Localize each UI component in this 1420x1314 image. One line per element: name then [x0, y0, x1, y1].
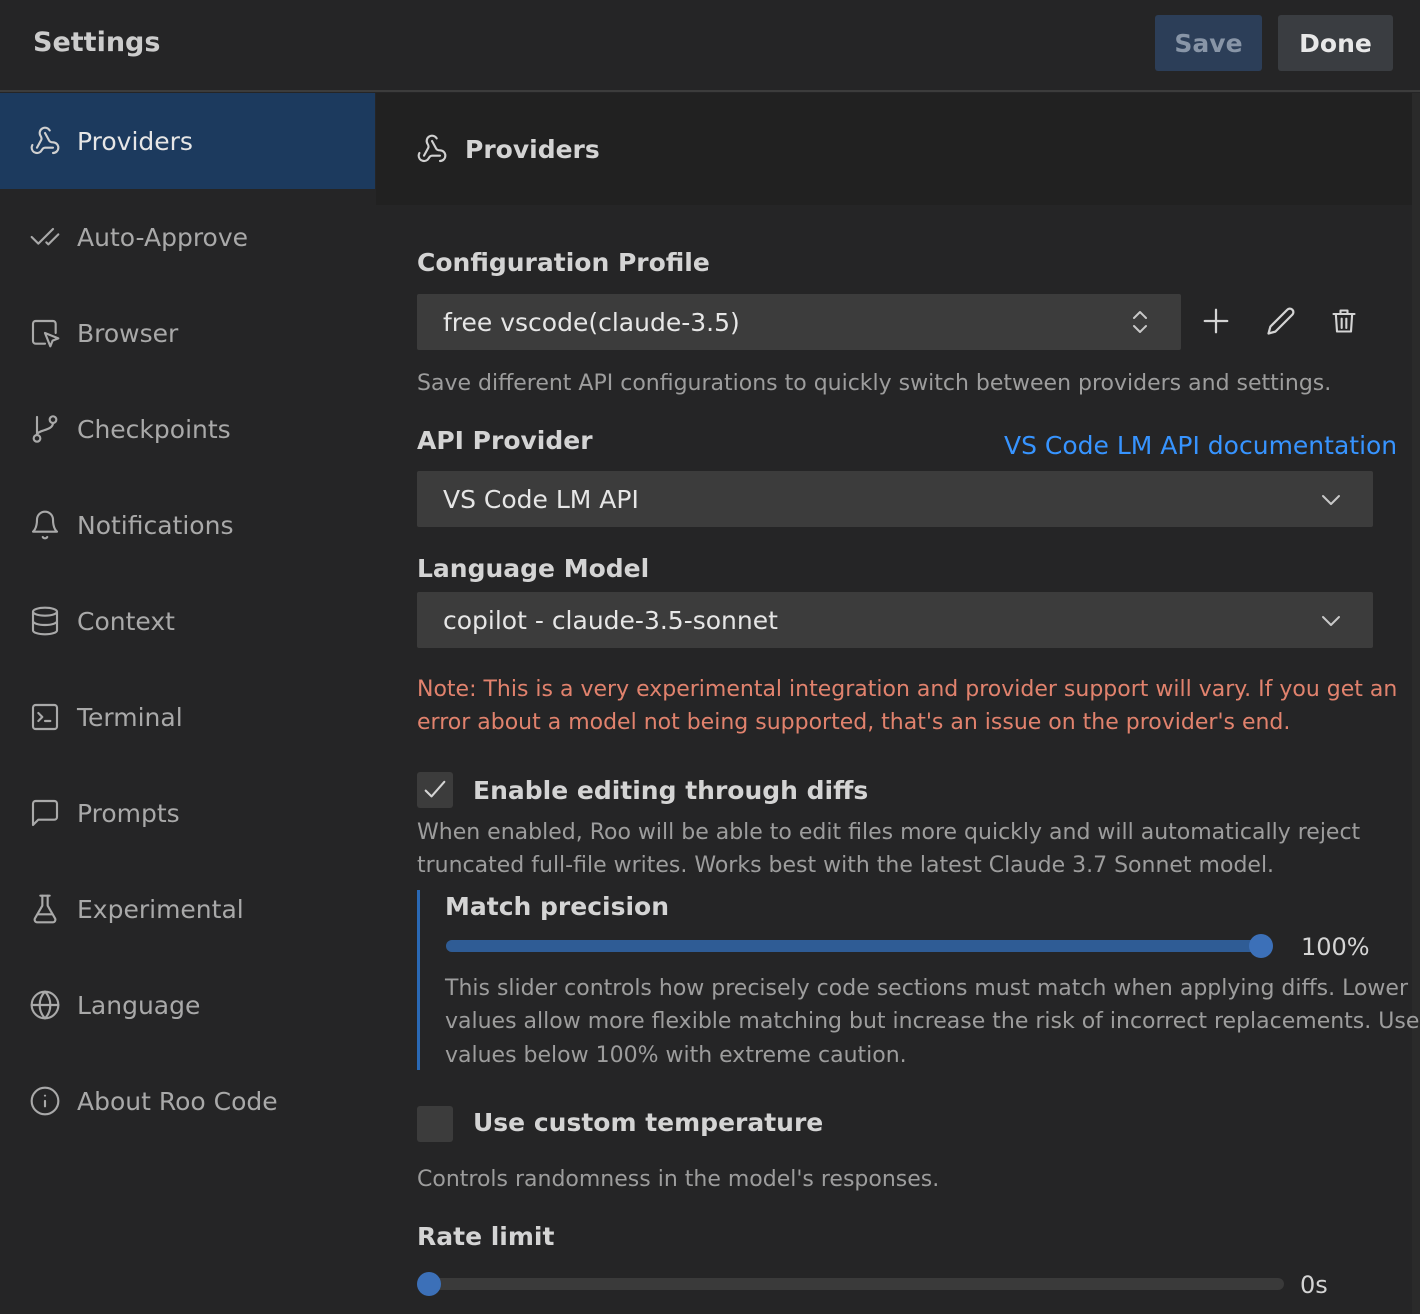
- match-precision-description-line-1: This slider controls how precisely code …: [445, 976, 1408, 1001]
- diffs-checkbox[interactable]: [417, 772, 453, 808]
- sidebar: Providers Auto-Approve Browser Checkpoin…: [0, 93, 375, 1314]
- rate-limit-value: 0s: [1300, 1271, 1328, 1299]
- sidebar-item-experimental[interactable]: Experimental: [0, 861, 375, 957]
- api-provider-select[interactable]: VS Code LM API: [417, 471, 1373, 527]
- scrollbar[interactable]: [1412, 93, 1420, 1314]
- language-model-label: Language Model: [417, 554, 650, 583]
- sidebar-item-context[interactable]: Context: [0, 573, 375, 669]
- done-button[interactable]: Done: [1278, 15, 1393, 71]
- temperature-description: Controls randomness in the model's respo…: [417, 1167, 940, 1192]
- language-model-select[interactable]: copilot - claude-3.5-sonnet: [417, 592, 1373, 648]
- api-documentation-link[interactable]: VS Code LM API documentation: [1004, 431, 1397, 460]
- sidebar-item-label: Language: [77, 990, 201, 1020]
- git-branch-icon: [29, 413, 61, 445]
- sidebar-item-checkpoints[interactable]: Checkpoints: [0, 381, 375, 477]
- rename-profile-button[interactable]: [1261, 301, 1301, 341]
- sidebar-item-label: Browser: [77, 318, 179, 348]
- slider-thumb[interactable]: [417, 1272, 441, 1296]
- trash-icon: [1330, 306, 1358, 336]
- diffs-description-line-2: truncated full-file writes. Works best w…: [417, 853, 1275, 878]
- diffs-description-line-1: When enabled, Roo will be able to edit f…: [417, 820, 1361, 845]
- sidebar-item-label: Auto-Approve: [77, 222, 249, 252]
- globe-icon: [29, 989, 61, 1021]
- section-header: Providers: [376, 93, 1412, 205]
- config-profile-select[interactable]: free vscode(claude-3.5): [417, 294, 1181, 350]
- delete-profile-button[interactable]: [1324, 301, 1364, 341]
- match-precision-value: 100%: [1301, 933, 1370, 961]
- webhook-icon: [416, 133, 448, 165]
- rate-limit-label: Rate limit: [417, 1222, 555, 1251]
- checkmark-icon: [421, 776, 449, 804]
- bell-icon: [29, 509, 61, 541]
- message-square-icon: [29, 797, 61, 829]
- match-precision-description-line-2: values allow more flexible matching but …: [445, 1009, 1420, 1034]
- diffs-label: Enable editing through diffs: [473, 776, 869, 805]
- config-profile-label: Configuration Profile: [417, 248, 710, 277]
- sidebar-item-label: Prompts: [77, 798, 180, 828]
- sidebar-item-label: Experimental: [77, 894, 244, 924]
- slider-fill: [446, 940, 1261, 952]
- api-provider-label: API Provider: [417, 426, 593, 455]
- sidebar-item-label: About Roo Code: [77, 1086, 278, 1116]
- warning-note-line-2: error about a model not being supported,…: [417, 710, 1291, 735]
- pencil-icon: [1266, 306, 1296, 336]
- rate-limit-slider[interactable]: [417, 1272, 1284, 1296]
- sidebar-item-label: Checkpoints: [77, 414, 231, 444]
- config-profile-description: Save different API configurations to qui…: [417, 371, 1332, 396]
- sidebar-item-label: Notifications: [77, 510, 234, 540]
- sidebar-item-label: Providers: [77, 126, 193, 156]
- info-icon: [29, 1085, 61, 1117]
- match-precision-slider[interactable]: [446, 934, 1273, 958]
- sidebar-item-label: Terminal: [77, 702, 183, 732]
- plus-icon: [1201, 306, 1231, 336]
- sidebar-item-label: Context: [77, 606, 175, 636]
- chevron-down-icon: [1319, 488, 1343, 512]
- section-title: Providers: [465, 135, 600, 164]
- terminal-icon: [29, 701, 61, 733]
- sidebar-item-providers[interactable]: Providers: [0, 93, 375, 189]
- sidebar-item-auto-approve[interactable]: Auto-Approve: [0, 189, 375, 285]
- check-check-icon: [29, 221, 61, 253]
- main-panel: Providers Configuration Profile free vsc…: [376, 93, 1420, 1314]
- chevron-up-down-icon: [1129, 308, 1151, 336]
- settings-header: Settings Save Done: [0, 0, 1420, 92]
- api-provider-value: VS Code LM API: [443, 485, 639, 514]
- save-button[interactable]: Save: [1155, 15, 1262, 71]
- indent-bar: [417, 890, 420, 1070]
- chevron-down-icon: [1319, 609, 1343, 633]
- database-icon: [29, 605, 61, 637]
- language-model-value: copilot - claude-3.5-sonnet: [443, 606, 778, 635]
- browser-pointer-icon: [29, 317, 61, 349]
- sidebar-item-notifications[interactable]: Notifications: [0, 477, 375, 573]
- sidebar-item-terminal[interactable]: Terminal: [0, 669, 375, 765]
- temperature-checkbox[interactable]: [417, 1106, 453, 1142]
- add-profile-button[interactable]: [1196, 301, 1236, 341]
- slider-thumb[interactable]: [1249, 934, 1273, 958]
- page-title: Settings: [33, 27, 161, 58]
- sidebar-item-browser[interactable]: Browser: [0, 285, 375, 381]
- match-precision-label: Match precision: [445, 892, 670, 921]
- match-precision-description-line-3: values below 100% with extreme caution.: [445, 1043, 907, 1068]
- temperature-label: Use custom temperature: [473, 1108, 824, 1137]
- flask-icon: [29, 893, 61, 925]
- sidebar-item-about[interactable]: About Roo Code: [0, 1053, 375, 1149]
- sidebar-item-language[interactable]: Language: [0, 957, 375, 1053]
- config-profile-value: free vscode(claude-3.5): [443, 308, 740, 337]
- sidebar-item-prompts[interactable]: Prompts: [0, 765, 375, 861]
- webhook-icon: [29, 125, 61, 157]
- warning-note-line-1: Note: This is a very experimental integr…: [417, 677, 1398, 702]
